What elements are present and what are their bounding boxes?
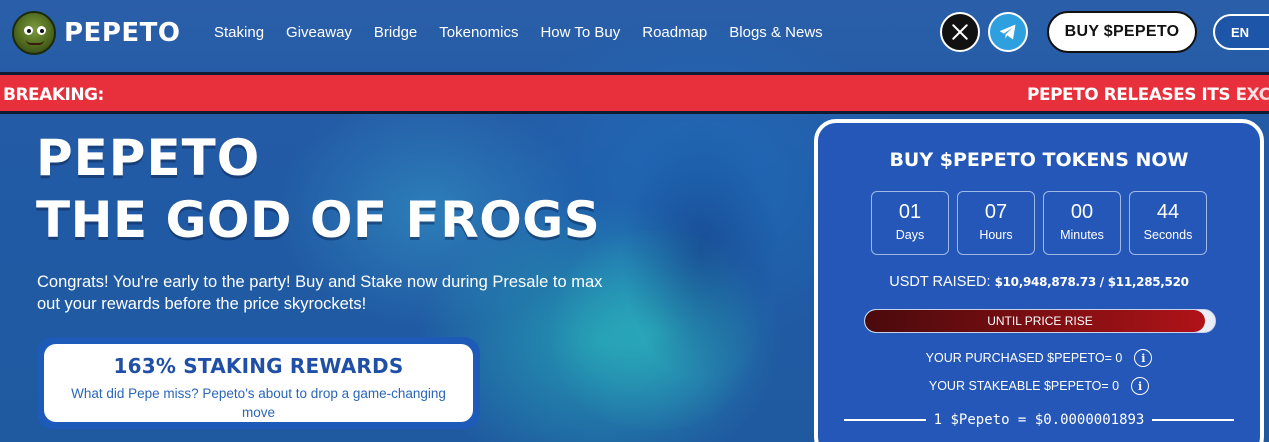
nav-staking[interactable]: Staking xyxy=(214,24,264,41)
countdown-timer: 01 Days 07 Hours 00 Minutes 44 Seconds xyxy=(871,191,1215,255)
hero-title-line2: THE GOD OF FROGS xyxy=(36,191,601,249)
countdown-seconds-value: 44 xyxy=(1156,201,1180,223)
countdown-days-value: 01 xyxy=(898,201,922,223)
presale-progress-bar: UNTIL PRICE RISE xyxy=(864,309,1216,333)
ticker-message: PEPETO RELEASES ITS EXCHA xyxy=(1027,85,1269,105)
top-header: PEPETO Staking Giveaway Bridge Tokenomic… xyxy=(0,0,1269,70)
divider xyxy=(844,419,926,421)
token-rate-text: 1 $Pepeto = $0.0000001893 xyxy=(933,412,1145,428)
progress-label: UNTIL PRICE RISE xyxy=(987,314,1093,328)
nav-tokenomics[interactable]: Tokenomics xyxy=(439,24,518,41)
countdown-minutes: 00 Minutes xyxy=(1043,191,1121,255)
language-label: EN xyxy=(1231,24,1250,40)
usdt-raised: USDT RAISED: $10,948,878.73 / $11,285,52… xyxy=(818,274,1260,290)
x-social-button[interactable] xyxy=(940,12,980,52)
pepe-logo-icon[interactable] xyxy=(12,11,56,55)
nav-roadmap[interactable]: Roadmap xyxy=(642,24,707,41)
nav-blogs-news[interactable]: Blogs & News xyxy=(729,24,822,41)
main-nav: Staking Giveaway Bridge Tokenomics How T… xyxy=(214,24,845,41)
staking-rewards-title: 163% STAKING REWARDS xyxy=(113,354,404,378)
buy-pepeto-button[interactable]: BUY $PEPETO xyxy=(1047,11,1197,53)
nav-giveaway[interactable]: Giveaway xyxy=(286,24,352,41)
hero-title: PEPETO THE GOD OF FROGS xyxy=(36,128,600,252)
countdown-hours-label: Hours xyxy=(979,228,1013,242)
x-icon xyxy=(952,24,968,40)
brand-name[interactable]: PEPETO xyxy=(64,18,180,48)
presale-panel: BUY $PEPETO TOKENS NOW 01 Days 07 Hours … xyxy=(814,119,1264,442)
staking-rewards-card[interactable]: 163% STAKING REWARDS What did Pepe miss?… xyxy=(37,337,480,429)
divider xyxy=(1152,419,1234,421)
telegram-social-button[interactable] xyxy=(988,12,1028,52)
hero-description: Congrats! You're early to the party! Buy… xyxy=(37,273,603,313)
telegram-icon xyxy=(999,24,1016,40)
purchased-text: YOUR PURCHASED $PEPETO= 0 xyxy=(925,351,1123,365)
info-icon[interactable]: i xyxy=(1131,377,1150,395)
language-selector[interactable]: EN xyxy=(1213,14,1269,50)
token-rate: 1 $Pepeto = $0.0000001893 xyxy=(844,412,1234,428)
staking-rewards-subtitle: What did Pepe miss? Pepeto's about to dr… xyxy=(71,386,446,420)
nav-how-to-buy[interactable]: How To Buy xyxy=(540,24,620,41)
countdown-seconds: 44 Seconds xyxy=(1129,191,1207,255)
countdown-hours: 07 Hours xyxy=(957,191,1035,255)
stakeable-text: YOUR STAKEABLE $PEPETO= 0 xyxy=(928,379,1120,393)
usdt-raised-label: USDT RAISED: xyxy=(889,274,991,290)
countdown-hours-value: 07 xyxy=(984,201,1008,223)
countdown-minutes-label: Minutes xyxy=(1060,228,1104,242)
ticker-label: BREAKING: xyxy=(3,85,104,105)
usdt-raised-value: $10,948,878.73 / $11,285,520 xyxy=(994,275,1189,289)
presale-title: BUY $PEPETO TOKENS NOW xyxy=(889,149,1189,171)
decorative-shadow xyxy=(620,120,780,380)
countdown-seconds-label: Seconds xyxy=(1143,228,1193,242)
breaking-ticker: BREAKING: PEPETO RELEASES ITS EXCHA xyxy=(0,72,1269,114)
countdown-days: 01 Days xyxy=(871,191,949,255)
info-icon[interactable]: i xyxy=(1134,349,1153,367)
stakeable-row: YOUR STAKEABLE $PEPETO= 0 i xyxy=(818,377,1260,395)
nav-bridge[interactable]: Bridge xyxy=(374,24,417,41)
hero-title-line1: PEPETO xyxy=(36,129,261,187)
countdown-minutes-value: 00 xyxy=(1070,201,1094,223)
purchased-row: YOUR PURCHASED $PEPETO= 0 i xyxy=(818,349,1260,367)
countdown-days-label: Days xyxy=(895,228,925,242)
